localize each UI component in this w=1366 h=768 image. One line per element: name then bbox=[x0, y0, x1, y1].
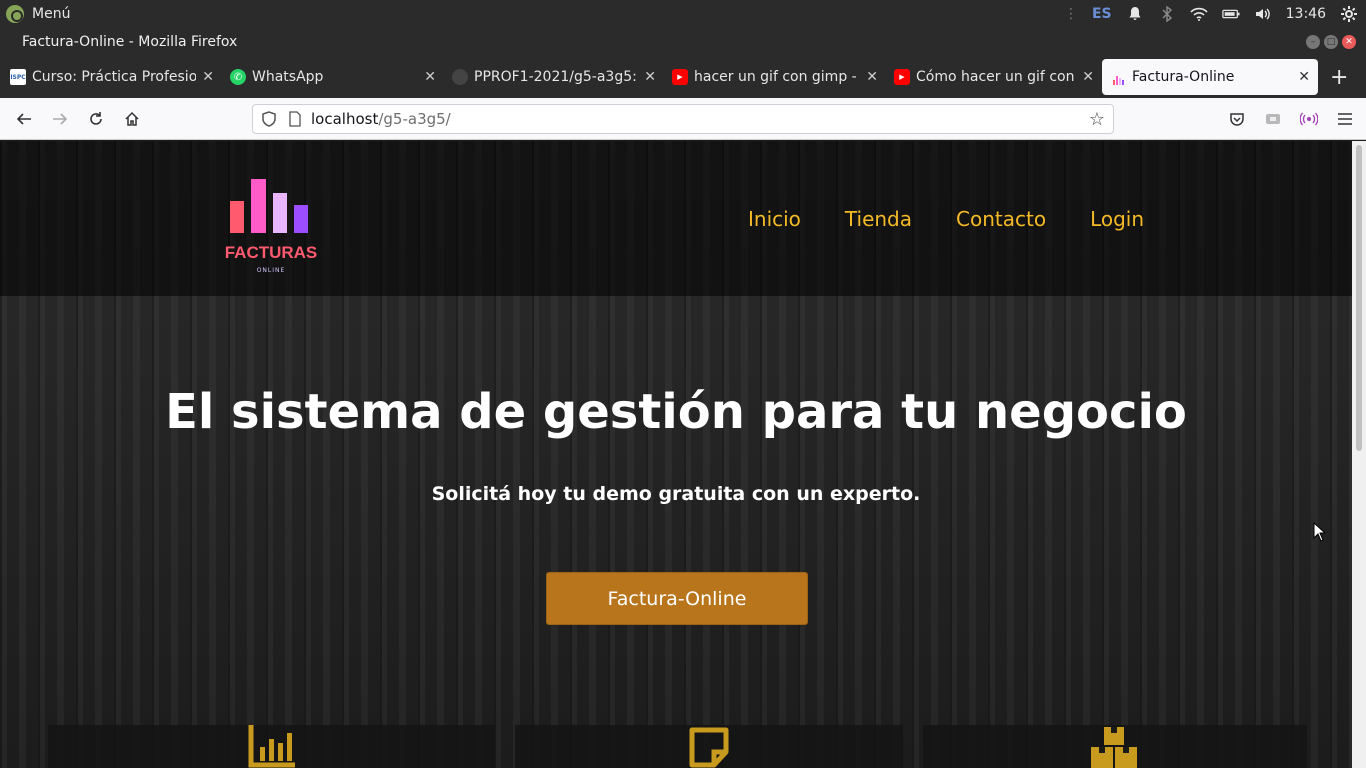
feature-card-reports bbox=[48, 725, 495, 768]
close-window-icon[interactable]: ✕ bbox=[1342, 35, 1356, 49]
tab-factura-online[interactable]: Factura-Online ✕ bbox=[1102, 59, 1318, 95]
close-tab-icon[interactable]: ✕ bbox=[644, 69, 656, 85]
site-logo[interactable]: FACTURAS ONLINE bbox=[220, 179, 322, 279]
tab-bar: ISPC Curso: Práctica Profesion ✕ ✆ Whats… bbox=[0, 56, 1366, 98]
page-viewport: FACTURAS ONLINE Inicio Tienda Contacto L… bbox=[0, 141, 1352, 768]
tab-label: Cómo hacer un gif con gi bbox=[916, 69, 1077, 85]
page-info-icon[interactable] bbox=[285, 111, 305, 127]
close-tab-icon[interactable]: ✕ bbox=[1082, 69, 1094, 85]
logo-subtext: ONLINE bbox=[256, 267, 286, 274]
back-arrow-icon[interactable] bbox=[8, 103, 40, 135]
url-bar[interactable]: localhost/g5-a3g5/ ☆ bbox=[252, 104, 1114, 134]
site-header: FACTURAS ONLINE Inicio Tienda Contacto L… bbox=[0, 141, 1352, 296]
page-scrollbar[interactable] bbox=[1352, 141, 1366, 768]
nav-link-tienda[interactable]: Tienda bbox=[845, 207, 912, 231]
os-top-panel: Menú ⋮ ES 13:46 bbox=[0, 0, 1366, 28]
nav-link-contacto[interactable]: Contacto bbox=[956, 207, 1046, 231]
tab-github[interactable]: PPROF1-2021/g5-a3g5: g ✕ bbox=[444, 59, 664, 95]
feature-card-notes bbox=[515, 725, 903, 768]
boxes-icon bbox=[1091, 727, 1137, 768]
system-tray: ⋮ ES 13:46 bbox=[1064, 5, 1358, 23]
broadcast-icon[interactable] bbox=[1298, 108, 1320, 130]
pocket-icon[interactable] bbox=[1226, 108, 1248, 130]
maximize-icon[interactable]: □ bbox=[1324, 35, 1338, 49]
window-titlebar: Factura-Online - Mozilla Firefox – □ ✕ bbox=[0, 28, 1366, 56]
tab-curso[interactable]: ISPC Curso: Práctica Profesion ✕ bbox=[2, 59, 222, 95]
logo-bars-icon bbox=[230, 179, 308, 233]
close-tab-icon[interactable]: ✕ bbox=[1298, 69, 1310, 85]
whatsapp-icon: ✆ bbox=[230, 69, 246, 85]
tab-youtube-gif[interactable]: ▶ Cómo hacer un gif con gi ✕ bbox=[886, 59, 1102, 95]
url-host: localhost bbox=[311, 110, 379, 128]
ispc-favicon-icon: ISPC bbox=[10, 69, 26, 85]
feature-card-inventory bbox=[923, 725, 1307, 768]
battery-icon[interactable] bbox=[1221, 5, 1240, 23]
window-controls: – □ ✕ bbox=[1306, 35, 1356, 49]
window-title: Factura-Online - Mozilla Firefox bbox=[22, 34, 238, 50]
mouse-cursor-icon bbox=[1313, 522, 1325, 542]
os-menu-label: Menú bbox=[32, 6, 71, 22]
close-tab-icon[interactable]: ✕ bbox=[866, 69, 878, 85]
youtube-icon: ▶ bbox=[894, 69, 910, 85]
scrollbar-thumb[interactable] bbox=[1356, 145, 1362, 451]
volume-icon[interactable] bbox=[1254, 5, 1272, 23]
bookmark-star-icon[interactable]: ☆ bbox=[1089, 109, 1105, 130]
forward-arrow-icon[interactable] bbox=[44, 103, 76, 135]
settings-gear-icon[interactable] bbox=[1340, 5, 1358, 23]
tab-youtube-gimp[interactable]: ▶ hacer un gif con gimp - Y ✕ bbox=[664, 59, 886, 95]
logo-text: FACTURAS bbox=[224, 243, 318, 262]
os-menu-button[interactable]: Menú bbox=[6, 5, 70, 23]
tracking-shield-icon[interactable] bbox=[259, 111, 279, 127]
keyboard-layout-indicator[interactable]: ES bbox=[1092, 6, 1112, 22]
cta-button[interactable]: Factura-Online bbox=[546, 572, 808, 625]
hero-subtitle: Solicitá hoy tu demo gratuita con un exp… bbox=[431, 483, 921, 505]
tab-label: hacer un gif con gimp - Y bbox=[694, 69, 861, 85]
new-tab-button[interactable]: + bbox=[1330, 65, 1348, 90]
close-tab-icon[interactable]: ✕ bbox=[424, 69, 436, 85]
url-path: /g5-a3g5/ bbox=[378, 110, 451, 128]
tab-whatsapp[interactable]: ✆ WhatsApp ✕ bbox=[222, 59, 444, 95]
extension-icon[interactable] bbox=[1262, 108, 1284, 130]
tab-label: WhatsApp bbox=[252, 69, 324, 85]
toolbar-right bbox=[1226, 104, 1356, 134]
hero-title: El sistema de gestión para tu negocio bbox=[165, 384, 1187, 440]
factura-online-favicon-icon bbox=[1110, 69, 1126, 85]
tab-label: Curso: Práctica Profesion bbox=[32, 69, 197, 85]
youtube-icon: ▶ bbox=[672, 69, 688, 85]
nav-link-login[interactable]: Login bbox=[1090, 207, 1144, 231]
notifications-bell-icon[interactable] bbox=[1126, 5, 1144, 23]
hamburger-menu-icon[interactable] bbox=[1334, 108, 1356, 130]
bluetooth-icon[interactable] bbox=[1158, 5, 1176, 23]
clock[interactable]: 13:46 bbox=[1286, 6, 1326, 22]
site-nav: Inicio Tienda Contacto Login bbox=[748, 207, 1144, 231]
nav-link-inicio[interactable]: Inicio bbox=[748, 207, 801, 231]
github-icon bbox=[452, 69, 468, 85]
wifi-icon[interactable] bbox=[1190, 5, 1208, 23]
mint-logo-icon bbox=[6, 5, 24, 23]
home-icon[interactable] bbox=[116, 103, 148, 135]
note-icon bbox=[689, 727, 729, 768]
close-tab-icon[interactable]: ✕ bbox=[202, 69, 214, 85]
bar-chart-icon bbox=[248, 725, 295, 768]
tab-label: Factura-Online bbox=[1132, 69, 1235, 85]
tab-label: PPROF1-2021/g5-a3g5: g bbox=[474, 69, 639, 85]
tray-separator: ⋮ bbox=[1063, 6, 1078, 22]
minimize-icon[interactable]: – bbox=[1306, 35, 1320, 49]
navigation-toolbar: localhost/g5-a3g5/ ☆ bbox=[0, 98, 1366, 140]
reload-icon[interactable] bbox=[80, 103, 112, 135]
